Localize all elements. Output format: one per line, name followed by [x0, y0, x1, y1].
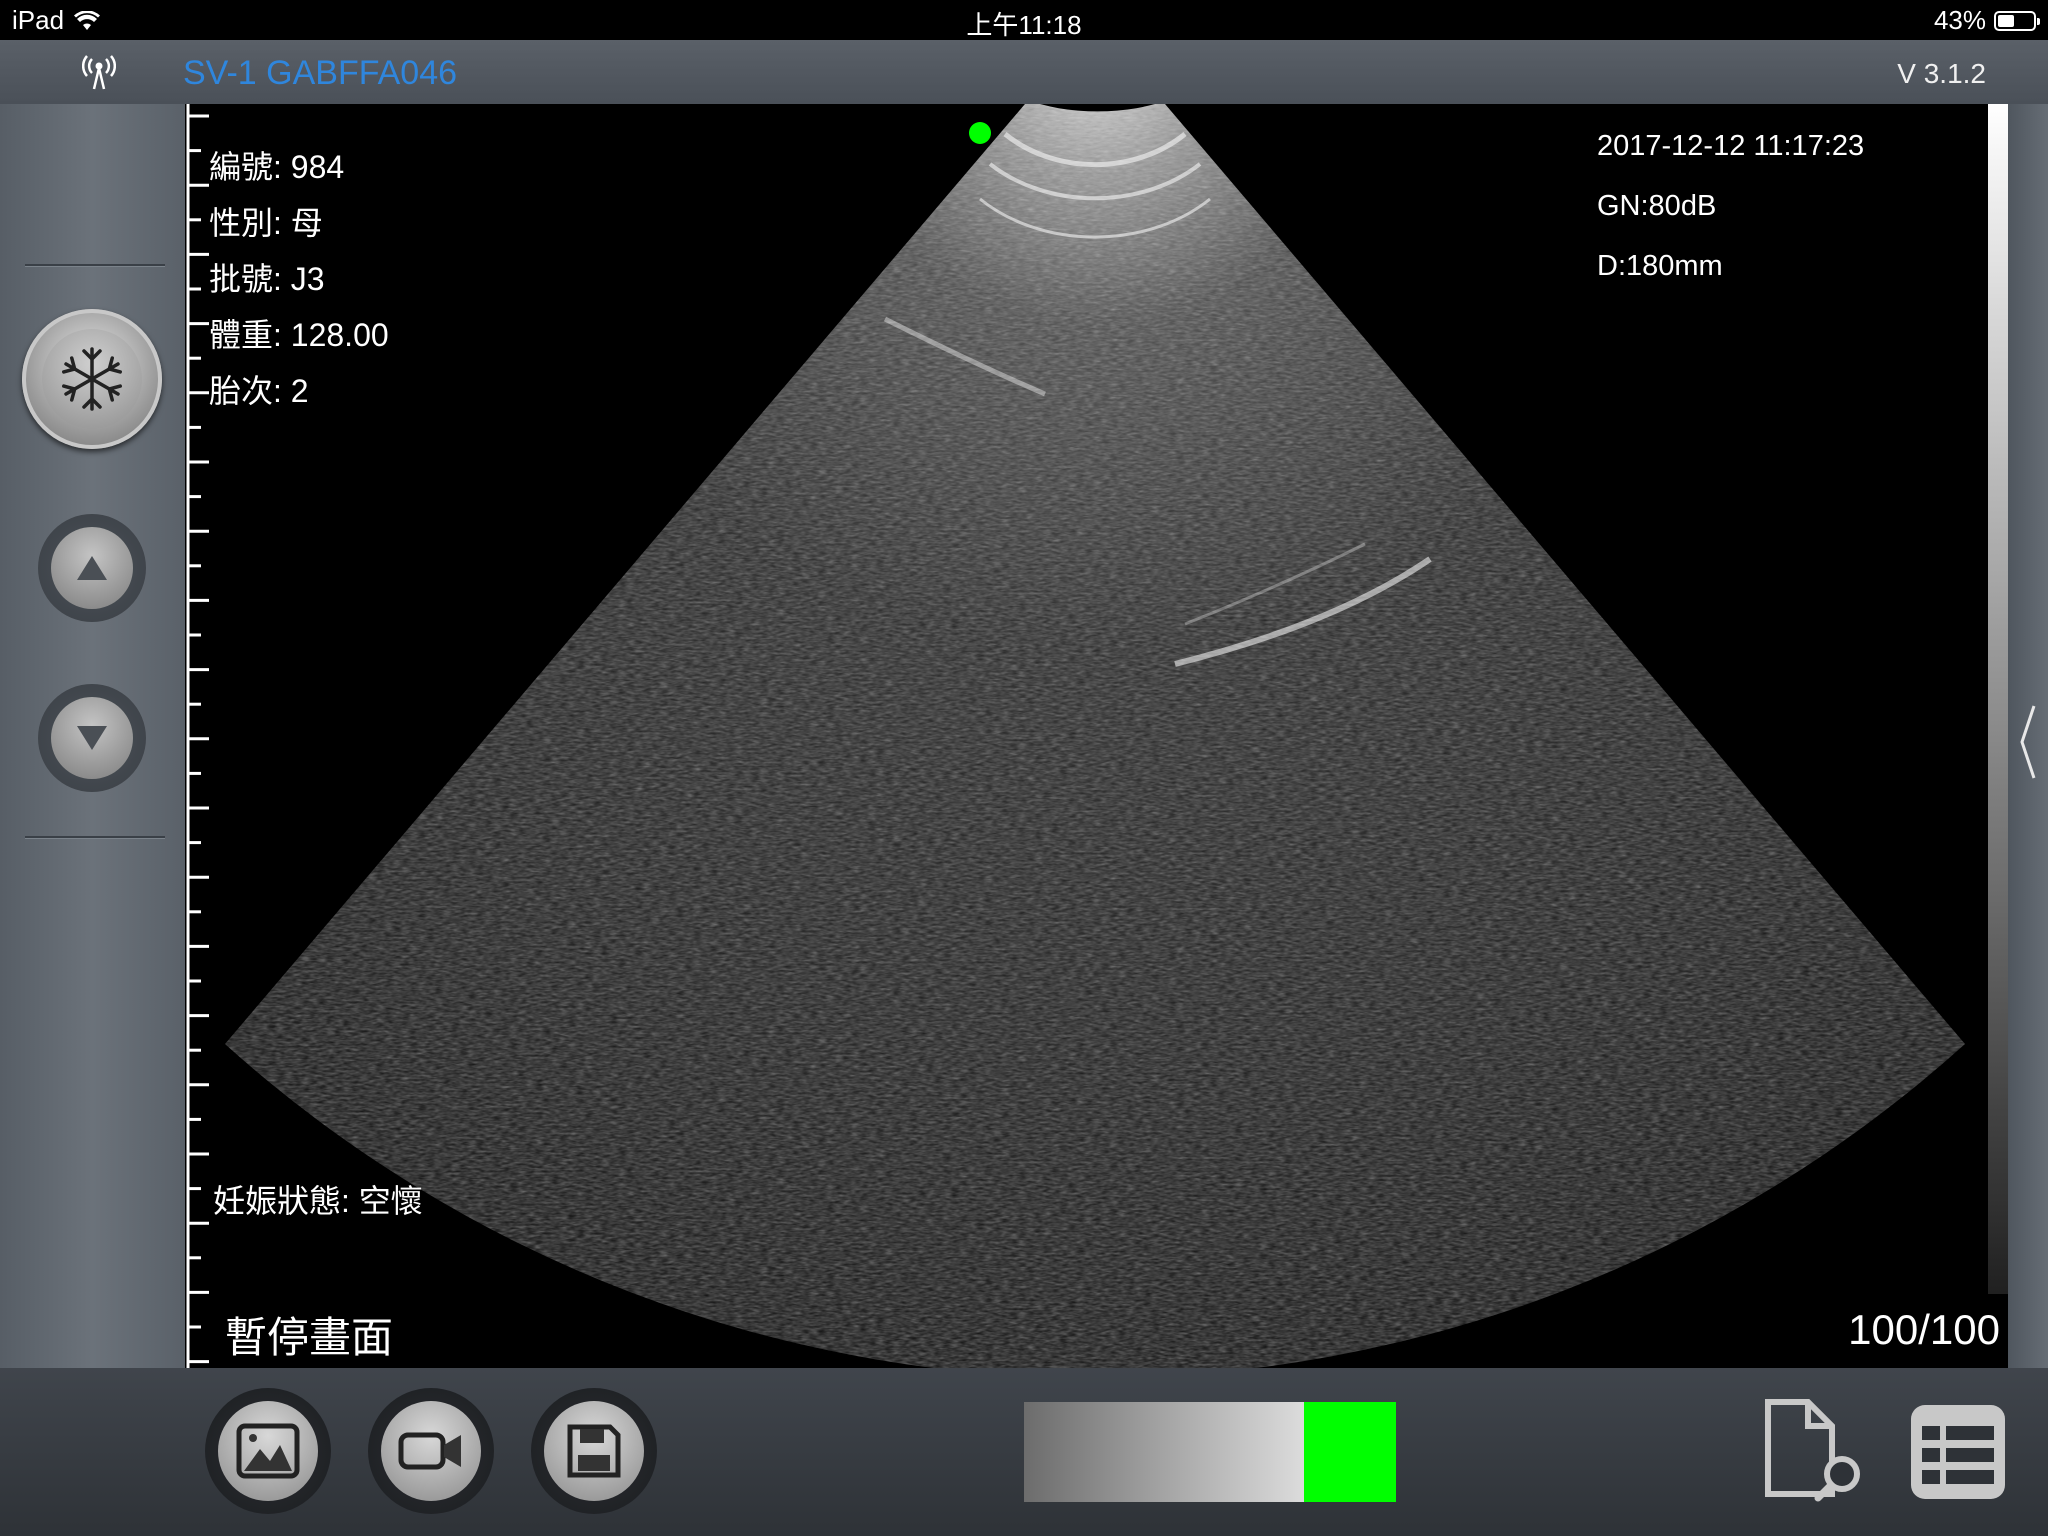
battery-icon	[1994, 10, 2040, 31]
divider	[25, 264, 165, 267]
sector-scan	[225, 104, 1965, 1368]
triangle-down-icon	[77, 726, 107, 750]
status-right: 43%	[1933, 5, 2040, 36]
status-time: 上午11:18	[966, 10, 1082, 40]
table-list-icon[interactable]	[1908, 1402, 2008, 1502]
gain: GN:80dB	[1597, 190, 1717, 222]
left-sidebar	[0, 104, 185, 1368]
right-panel-toggle[interactable]	[2008, 104, 2048, 1368]
video-button[interactable]	[368, 1388, 494, 1514]
image-icon	[236, 1423, 300, 1479]
info-weight: 體重: 128.00	[209, 317, 389, 353]
paused-label: 暫停畫面	[225, 1314, 394, 1361]
antenna-signal-icon[interactable]	[82, 54, 116, 90]
down-button[interactable]	[38, 684, 146, 792]
up-button[interactable]	[38, 514, 146, 622]
info-batch: 批號: J3	[209, 261, 325, 297]
info-parity: 胎次: 2	[209, 373, 309, 409]
snowflake-icon	[60, 347, 124, 411]
depth-ruler	[186, 104, 209, 1368]
frame-counter: 100/100	[1848, 1306, 2000, 1353]
save-button[interactable]	[531, 1388, 657, 1514]
status-bar: iPad 上午11:18 43%	[0, 0, 2048, 40]
info-id: 編號: 984	[209, 149, 345, 185]
datetime: 2017-12-12 11:17:23	[1597, 130, 1865, 162]
bottom-toolbar	[0, 1368, 2048, 1536]
info-pregnancy: 妊娠狀態: 空懷	[213, 1183, 423, 1219]
save-disk-icon	[567, 1424, 621, 1478]
probe-marker	[969, 122, 991, 144]
device-name[interactable]: SV-1 GABFFA046	[183, 54, 457, 93]
green-swatch[interactable]	[1304, 1402, 1396, 1502]
sector-fan	[225, 104, 1965, 1368]
file-search-icon[interactable]	[1762, 1398, 1872, 1508]
info-sex: 性別: 母	[209, 205, 323, 241]
depth: D:180mm	[1597, 250, 1723, 282]
grayscale-bar	[1988, 104, 2008, 1294]
chevron-left-icon[interactable]	[2016, 702, 2040, 782]
triangle-up-icon	[77, 556, 107, 580]
version-label: V 3.1.2	[1897, 58, 1986, 89]
grayscale-gradient[interactable]	[1024, 1402, 1304, 1502]
title-bar: SV-1 GABFFA046 V 3.1.2	[0, 40, 2048, 104]
color-palette-bar[interactable]	[1024, 1402, 1396, 1502]
freeze-button[interactable]	[22, 309, 162, 449]
gallery-button[interactable]	[205, 1388, 331, 1514]
ultrasound-image[interactable]: 編號: 984 性別: 母 批號: J3 體重: 128.00 胎次: 2 妊娠…	[185, 104, 2008, 1368]
battery-percent: 43%	[1933, 5, 1986, 35]
video-camera-icon	[398, 1432, 461, 1470]
divider	[25, 836, 165, 839]
